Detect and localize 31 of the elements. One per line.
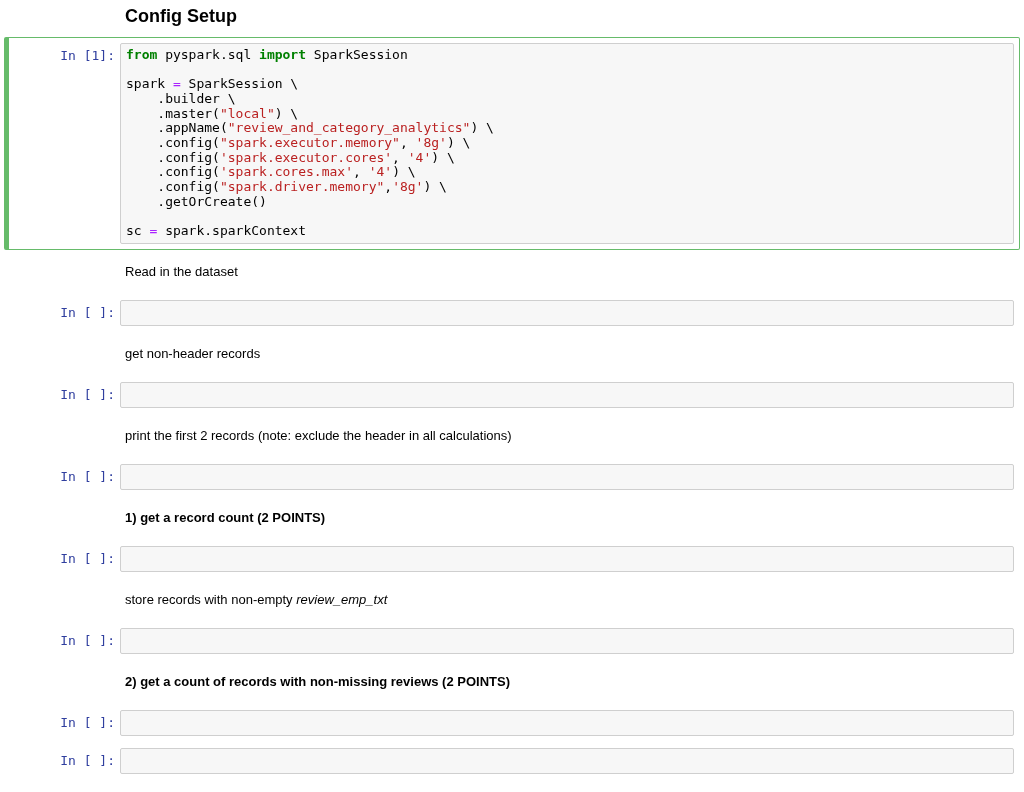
- code-cell[interactable]: In [ ]:: [4, 741, 1020, 780]
- cell-prompt: In [ ]:: [59, 385, 115, 403]
- cell-prompt: In [ ]:: [59, 751, 115, 769]
- code-editor[interactable]: [120, 545, 1014, 572]
- code-cell[interactable]: In [ ]:: [4, 703, 1020, 742]
- cell-prompt: In [ ]:: [59, 549, 115, 567]
- cell-prompt: In [1]:: [59, 47, 115, 64]
- section-heading: Config Setup: [124, 6, 238, 28]
- cell-prompt: In [ ]:: [59, 467, 115, 485]
- markdown-text: 2) get a count of records with non-missing reviews (2 POINTS): [124, 672, 511, 691]
- code-editor[interactable]: from pyspark.sql import SparkSession spark = SparkSession \ .builder \ .master("local") \ .appName("review_and_category_analytics") \ .config("spark.executor.memory", '8g') \ .config('spark.executor.cores', '4') \ .config('spark.cores.max', '4') \ .config("spark.driver.memory",'8g') \ .getOrCreate() sc = spark.sparkContext: [120, 43, 1014, 244]
- code-cell[interactable]: In [ ]:: [4, 539, 1020, 578]
- markdown-text: store records with non-empty review_emp_txt: [124, 590, 389, 609]
- code-editor[interactable]: [120, 299, 1014, 326]
- code-cell[interactable]: In [ ]:: [4, 457, 1020, 496]
- cell-prompt: In [ ]:: [59, 713, 115, 731]
- code-editor[interactable]: [120, 747, 1014, 774]
- cell-prompt: In [ ]:: [59, 303, 115, 321]
- code-editor[interactable]: [120, 381, 1014, 408]
- markdown-text: 1) get a record count (2 POINTS): [124, 508, 327, 527]
- code-editor[interactable]: [120, 627, 1014, 654]
- code-cell[interactable]: In [ ]:: [4, 375, 1020, 414]
- markdown-text: Read in the dataset: [124, 262, 239, 281]
- code-editor[interactable]: [120, 709, 1014, 736]
- markdown-text: print the first 2 records (note: exclude the header in all calculations): [124, 426, 513, 445]
- code-editor[interactable]: [120, 463, 1014, 490]
- code-cell[interactable]: In [ ]:: [4, 293, 1020, 332]
- code-cell[interactable]: In [ ]:: [4, 621, 1020, 660]
- cell-prompt: In [ ]:: [59, 631, 115, 649]
- markdown-text: get non-header records: [124, 344, 262, 363]
- code-cell[interactable]: [4, 37, 1020, 250]
